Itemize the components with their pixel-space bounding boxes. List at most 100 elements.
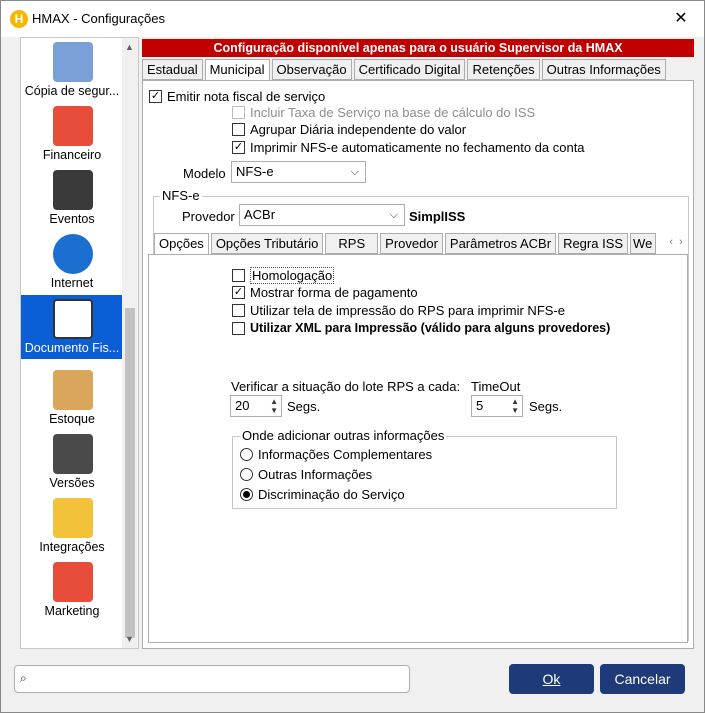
checkbox-unchecked[interactable] — [232, 304, 245, 317]
tab-opcoes-tributario[interactable]: Opções Tributário — [210, 233, 324, 254]
checkbox-checked[interactable]: ✓ — [149, 90, 162, 103]
tab-observacao[interactable]: Observação — [271, 59, 352, 80]
utilizar-tela-label: Utilizar tela de impressão do RPS para i… — [250, 303, 565, 318]
homologacao-label: Homologação — [250, 267, 335, 284]
imprimir-nfse-checkbox[interactable]: ✓ Imprimir NFS-e automaticamente no fech… — [232, 140, 585, 155]
database-backup-icon — [53, 42, 93, 82]
segs-label-1: Segs. — [287, 399, 321, 414]
provedor-select[interactable]: ACBr ⌵ — [239, 204, 405, 226]
search-field[interactable] — [35, 669, 403, 689]
clipboard-icon — [53, 299, 93, 339]
radio-informacoes-complementares[interactable]: Informações Complementares — [240, 447, 432, 462]
utilizar-tela-checkbox[interactable]: Utilizar tela de impressão do RPS para i… — [232, 303, 565, 318]
scroll-up-icon[interactable]: ▲ — [125, 42, 134, 52]
provedor-value: ACBr — [244, 207, 276, 222]
hmax-app-icon: H — [10, 10, 28, 28]
checkbox-disabled — [232, 106, 245, 119]
tab-rps[interactable]: RPS — [325, 233, 379, 254]
sidebar-item-label: Integrações — [39, 540, 105, 554]
tab-municipal[interactable]: Municipal — [204, 59, 270, 81]
configuracoes-window: H HMAX - Configurações ✕ Cópia de segur.… — [0, 0, 705, 713]
sidebar-item-label: Internet — [50, 276, 94, 290]
modelo-select[interactable]: NFS-e ⌵ — [231, 161, 366, 183]
timeout-value: 5 — [476, 398, 484, 413]
radio-unselected[interactable] — [240, 448, 253, 461]
wallet-icon — [53, 170, 93, 210]
cancel-button[interactable]: Cancelar — [600, 664, 685, 694]
radio3-label: Discriminação do Serviço — [258, 487, 405, 502]
box-icon — [53, 370, 93, 410]
sidebar-item-label: Eventos — [49, 212, 95, 226]
tab-estadual[interactable]: Estadual — [142, 59, 203, 80]
tab-provedor[interactable]: Provedor — [380, 233, 443, 254]
provedor-label: Provedor — [182, 209, 235, 224]
sidebar-item-label: Versões — [49, 476, 95, 490]
checkbox-checked[interactable]: ✓ — [232, 141, 245, 154]
ok-button[interactable]: Ok — [509, 664, 594, 694]
tab-certificado-digital[interactable]: Certificado Digital — [353, 59, 466, 80]
tab-outras-informacoes[interactable]: Outras Informações — [541, 59, 666, 80]
verificar-spinner[interactable]: 20 ▲ ▼ — [230, 395, 282, 417]
tab-parametros-acbr[interactable]: Parâmetros ACBr — [444, 233, 557, 254]
verificar-value: 20 — [235, 398, 250, 413]
globe-icon — [53, 234, 93, 274]
emitir-nota-label: Emitir nota fiscal de serviço — [167, 89, 326, 104]
sidebar-item-backup[interactable]: Cópia de segur... — [21, 38, 123, 102]
radio-selected[interactable] — [240, 488, 253, 501]
sidebar-item-label: Financeiro — [42, 148, 102, 162]
book-icon — [53, 434, 93, 474]
sidebar-item-integracoes[interactable]: Integrações — [21, 494, 123, 558]
timeout-spinner[interactable]: 5 ▲ ▼ — [471, 395, 523, 417]
scroll-down-icon[interactable]: ▼ — [125, 634, 134, 644]
sidebar-item-internet[interactable]: Internet — [21, 230, 123, 294]
modelo-label: Modelo — [183, 166, 226, 181]
timeout-label: TimeOut — [471, 379, 521, 394]
incluir-taxa-checkbox: Incluir Taxa de Serviço na base de cálcu… — [232, 105, 535, 120]
incluir-taxa-label: Incluir Taxa de Serviço na base de cálcu… — [250, 105, 536, 120]
nfse-subtabs: Opções Opções Tributário RPS Provedor Pa… — [154, 233, 694, 255]
sidebar-item-eventos[interactable]: Eventos — [21, 166, 123, 230]
sidebar-item-documento-fiscal[interactable]: Documento Fis... — [21, 295, 123, 359]
tab-web[interactable]: We — [630, 233, 657, 254]
checkbox-unchecked[interactable] — [232, 269, 245, 282]
radio-discriminacao-servico[interactable]: Discriminação do Serviço — [240, 487, 405, 502]
sidebar-item-versoes[interactable]: Versões — [21, 430, 123, 494]
financial-chart-icon — [53, 106, 93, 146]
agrupar-diaria-checkbox[interactable]: Agrupar Diária independente do valor — [232, 122, 466, 137]
checkbox-checked[interactable]: ✓ — [232, 286, 245, 299]
segs-label-2: Segs. — [529, 399, 563, 414]
tab-scroll-arrows[interactable]: ‹ › — [658, 233, 694, 254]
growth-chart-icon — [53, 562, 93, 602]
modelo-value: NFS-e — [236, 164, 274, 179]
close-button[interactable]: ✕ — [658, 1, 704, 37]
checkbox-unchecked[interactable] — [232, 321, 245, 335]
emitir-nota-checkbox[interactable]: ✓ Emitir nota fiscal de serviço — [149, 89, 325, 104]
agrupar-diaria-label: Agrupar Diária independente do valor — [250, 122, 467, 137]
utilizar-xml-checkbox[interactable]: Utilizar XML para Impressão (válido para… — [232, 321, 610, 335]
homologacao-checkbox[interactable]: Homologação — [232, 267, 335, 284]
title-bar: H HMAX - Configurações ✕ — [1, 1, 704, 37]
sidebar-item-estoque[interactable]: Estoque — [21, 366, 123, 430]
main-tabs: Estadual Municipal Observação Certificad… — [142, 59, 668, 81]
sidebar-scrollbar[interactable]: ▲ ▼ — [122, 38, 138, 648]
sidebar-item-marketing[interactable]: Marketing — [21, 558, 123, 622]
checkbox-unchecked[interactable] — [232, 123, 245, 136]
spin-arrows-icon[interactable]: ▲ ▼ — [270, 397, 278, 415]
mostrar-forma-checkbox[interactable]: ✓ Mostrar forma de pagamento — [232, 285, 418, 300]
scroll-thumb[interactable] — [125, 308, 135, 638]
sidebar-item-label: Estoque — [49, 412, 95, 426]
verificar-label: Verificar a situação do lote RPS a cada: — [231, 379, 461, 394]
tab-opcoes[interactable]: Opções — [154, 233, 209, 255]
ok-button-label: Ok — [542, 671, 561, 687]
sidebar-item-label: Marketing — [44, 604, 100, 618]
sidebar-item-financeiro[interactable]: Financeiro — [21, 102, 123, 166]
radio1-label: Informações Complementares — [258, 447, 433, 462]
sidebar-item-label: Cópia de segur... — [24, 84, 120, 98]
cancel-button-label: Cancelar — [614, 671, 671, 687]
search-input[interactable]: ⌕ — [14, 665, 410, 693]
radio-outras-informacoes[interactable]: Outras Informações — [240, 467, 372, 482]
spin-arrows-icon[interactable]: ▲ ▼ — [511, 397, 519, 415]
tab-regra-iss[interactable]: Regra ISS — [558, 233, 629, 254]
radio-unselected[interactable] — [240, 468, 253, 481]
tab-retencoes[interactable]: Retenções — [467, 59, 540, 80]
